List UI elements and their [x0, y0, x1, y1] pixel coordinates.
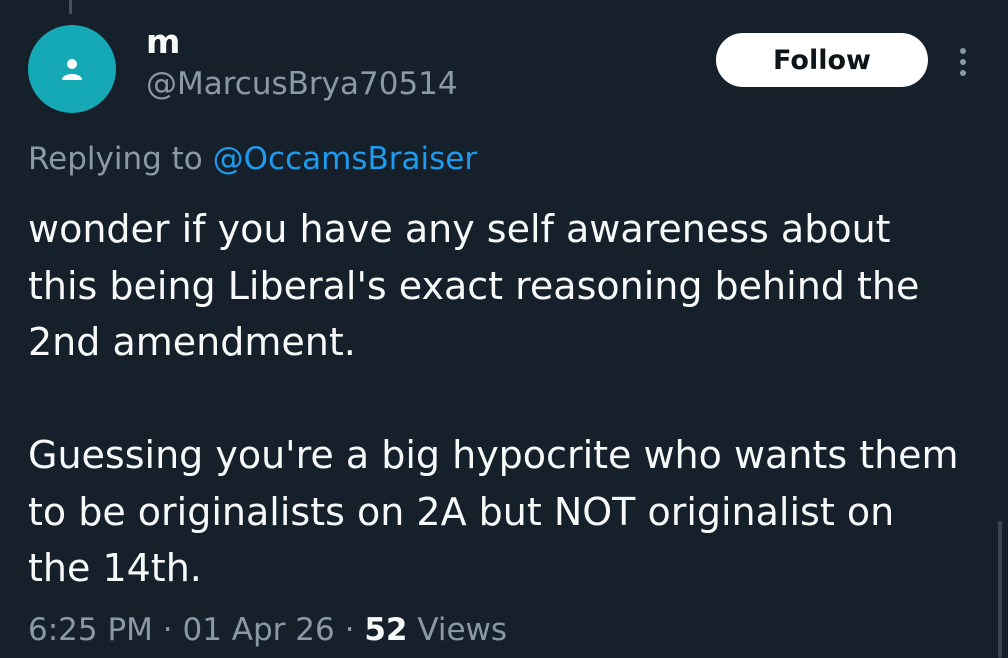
vertical-ellipsis-icon [960, 48, 966, 54]
vertical-ellipsis-icon-dot-3 [960, 70, 966, 76]
tweet-metadata: 6:25 PM · 01 Apr 26 · 52 Views [28, 608, 507, 652]
tweet-text-line: Guessing you're a big hypocrite who want… [28, 433, 959, 477]
tweet-date[interactable]: 01 Apr 26 [183, 612, 335, 648]
views-count[interactable]: 52 [364, 612, 407, 648]
separator-dot: · [344, 612, 365, 648]
more-options-button[interactable] [948, 42, 978, 82]
thread-connector-line [69, 0, 72, 14]
author-handle[interactable]: @MarcusBrya70514 [146, 64, 458, 104]
tweet-time[interactable]: 6:25 PM [28, 612, 153, 648]
separator-dot: · [162, 612, 183, 648]
tweet-detail: m @MarcusBrya70514 Follow Replying to @O… [0, 0, 1008, 658]
tweet-text-line: wonder if you have any self awareness ab… [28, 207, 891, 251]
follow-button[interactable]: Follow [716, 33, 928, 87]
tweet-text-line: to be originalists on 2A but NOT origina… [28, 489, 895, 534]
tweet-text-line: this being Liberal's exact reasoning beh… [28, 263, 920, 308]
author-display-name[interactable]: m [146, 22, 180, 62]
default-user-icon [62, 59, 82, 80]
replying-to-line: Replying to @OccamsBraiser [28, 138, 477, 180]
tweet-text-line: 2nd amendment. [28, 320, 356, 364]
replying-to-mention-link[interactable]: @OccamsBraiser [213, 141, 477, 177]
tweet-text: wonder if you have any self awareness ab… [28, 201, 988, 597]
replying-to-label: Replying to [28, 141, 203, 177]
avatar[interactable] [28, 25, 116, 113]
views-label: Views [417, 612, 508, 648]
tweet-text-line: the 14th. [28, 546, 202, 590]
scrollbar[interactable] [998, 521, 1002, 658]
vertical-ellipsis-icon-dot-2 [960, 59, 966, 65]
